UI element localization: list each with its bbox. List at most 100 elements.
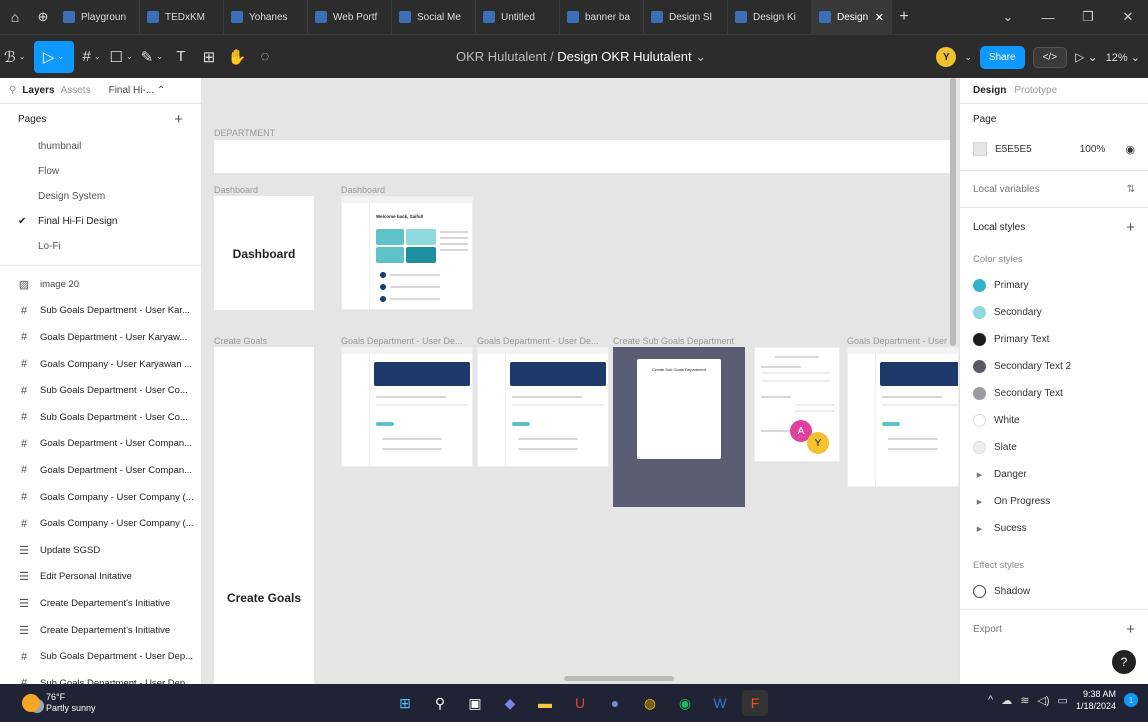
browser-tab[interactable]: Yohanes: [224, 0, 308, 34]
vertical-scrollbar[interactable]: [950, 78, 956, 346]
color-style-item[interactable]: Secondary: [973, 299, 1135, 326]
layer-item[interactable]: ☰ Update SGSD: [0, 537, 201, 564]
goals-department-frame[interactable]: [847, 347, 959, 487]
layer-item[interactable]: ▨ image 20: [0, 271, 201, 298]
color-style-item[interactable]: ▶ On Progress: [973, 488, 1135, 515]
chevron-down-icon[interactable]: ⌄: [695, 49, 706, 64]
add-style-button[interactable]: +: [1126, 219, 1135, 236]
layer-item[interactable]: # Sub Goals Department - User Co...: [0, 404, 201, 431]
user-avatar[interactable]: Y: [936, 47, 957, 67]
color-style-item[interactable]: Primary Text: [973, 326, 1135, 353]
dashboard-frame[interactable]: Welcome back, Saiful!: [341, 196, 473, 310]
layer-item[interactable]: ☰ Create Departement's Initiative: [0, 590, 201, 617]
page-item[interactable]: Design System: [0, 184, 201, 209]
tab-prototype[interactable]: Prototype: [1014, 85, 1057, 96]
dev-mode-toggle[interactable]: </>: [1032, 46, 1068, 68]
add-page-button[interactable]: +: [174, 111, 183, 128]
color-style-item[interactable]: Slate: [973, 434, 1135, 461]
browser-tab[interactable]: Design Ki: [728, 0, 812, 34]
hand-tool-button[interactable]: ✋: [223, 41, 251, 73]
battery-icon[interactable]: ▭: [1058, 694, 1068, 707]
text-tool-button[interactable]: T: [167, 41, 195, 73]
create-goals-title-frame[interactable]: Create Goals: [214, 347, 314, 684]
page-background-row[interactable]: E5E5E5 100% ◉: [973, 134, 1135, 164]
help-button[interactable]: ?: [1112, 650, 1136, 674]
chevron-right-icon[interactable]: ▶: [973, 498, 986, 506]
section-label-department[interactable]: DEPARTMENT: [214, 128, 275, 138]
frame-label[interactable]: Goals Department - User De...: [341, 336, 473, 346]
layer-item[interactable]: # Goals Department - User Karyaw...: [0, 324, 201, 351]
close-window-button[interactable]: ✕: [1108, 9, 1148, 25]
page-item[interactable]: thumbnail: [0, 134, 201, 159]
page-item[interactable]: ✔ Final Hi-Fi Design: [0, 209, 201, 234]
file-explorer-icon[interactable]: ▬: [532, 690, 558, 716]
share-button[interactable]: Share: [979, 45, 1025, 69]
page-color-value[interactable]: E5E5E5: [995, 144, 1032, 155]
local-variables-button[interactable]: Local variables: [973, 184, 1040, 195]
globe-icon[interactable]: ⊕: [30, 9, 56, 25]
layer-item[interactable]: # Goals Company - User Karyawan ...: [0, 351, 201, 378]
layer-item[interactable]: ☰ Edit Personal Initative: [0, 564, 201, 591]
horizontal-scrollbar[interactable]: [564, 676, 674, 681]
browser-tab[interactable]: TEDxKM: [140, 0, 224, 34]
layer-item[interactable]: # Sub Goals Department - User Dep...: [0, 670, 201, 684]
eye-icon[interactable]: ◉: [1125, 143, 1135, 156]
canvas[interactable]: DEPARTMENT Dashboard Dashboard Dashboard…: [202, 78, 959, 684]
chat-icon[interactable]: ◆: [497, 690, 523, 716]
comment-tool-button[interactable]: ◌: [251, 41, 279, 73]
color-style-item[interactable]: Secondary Text: [973, 380, 1135, 407]
layer-item[interactable]: ☰ Create Departement's Initiative: [0, 617, 201, 644]
create-sub-goals-frame[interactable]: Create Sub Goals Department: [613, 347, 745, 507]
close-tab-icon[interactable]: ✕: [875, 11, 884, 24]
task-view-icon[interactable]: ▣: [462, 690, 488, 716]
tab-design[interactable]: Design: [973, 85, 1006, 96]
home-icon[interactable]: ⌂: [0, 9, 30, 25]
browser-tab[interactable]: Playgroun: [56, 0, 140, 34]
breadcrumb[interactable]: OKR Hulutalent / Design OKR Hulutalent ⌄: [456, 49, 706, 65]
shape-tool-button[interactable]: ☐ ⌄: [106, 41, 137, 73]
layer-item[interactable]: # Sub Goals Department - User Dep...: [0, 643, 201, 670]
notification-badge[interactable]: 1: [1124, 693, 1138, 707]
layer-item[interactable]: # Sub Goals Department - User Co...: [0, 377, 201, 404]
restore-button[interactable]: ❐: [1068, 9, 1108, 25]
spotify-icon[interactable]: ◉: [672, 690, 698, 716]
volume-icon[interactable]: ◁): [1037, 694, 1049, 707]
page-switcher[interactable]: Final Hi-... ⌃: [109, 85, 166, 96]
tab-assets[interactable]: Assets: [61, 85, 91, 96]
chevron-down-icon[interactable]: ⌄: [988, 9, 1028, 25]
pen-tool-button[interactable]: ✎ ⌄: [137, 41, 167, 73]
goals-department-frame[interactable]: [477, 347, 609, 467]
chevron-up-icon[interactable]: ^: [988, 694, 993, 706]
tab-layers[interactable]: Layers: [22, 85, 54, 96]
color-style-item[interactable]: White: [973, 407, 1135, 434]
word-icon[interactable]: W: [707, 690, 733, 716]
layer-item[interactable]: # Goals Department - User Compan...: [0, 431, 201, 458]
add-export-button[interactable]: +: [1126, 621, 1135, 638]
minimize-button[interactable]: —: [1028, 10, 1068, 25]
clock[interactable]: 9:38 AM 1/18/2024: [1076, 688, 1116, 712]
page-color-swatch[interactable]: [973, 142, 987, 156]
frame-tool-button[interactable]: # ⌄: [78, 41, 106, 73]
wifi-icon[interactable]: ≋: [1020, 694, 1029, 707]
color-style-item[interactable]: Primary: [973, 272, 1135, 299]
goals-department-frame[interactable]: [341, 347, 473, 467]
section-label-create-goals[interactable]: Create Goals: [214, 336, 267, 346]
figma-icon[interactable]: F: [742, 690, 768, 716]
onedrive-icon[interactable]: ☁: [1001, 694, 1012, 707]
layer-item[interactable]: # Sub Goals Department - User Kar...: [0, 298, 201, 325]
chevron-right-icon[interactable]: ▶: [973, 525, 986, 533]
mcafee-icon[interactable]: U: [567, 690, 593, 716]
windows-start-icon[interactable]: ⊞: [392, 690, 418, 716]
present-button[interactable]: ▷ ⌄: [1075, 50, 1098, 64]
browser-tab[interactable]: Social Me: [392, 0, 476, 34]
project-name[interactable]: OKR Hulutalent: [456, 49, 546, 64]
search-icon[interactable]: ⚲: [9, 85, 16, 96]
weather-widget[interactable]: 76°F Partly sunny: [0, 692, 260, 714]
department-section[interactable]: [214, 140, 954, 173]
layer-item[interactable]: # Goals Company - User Company (...: [0, 484, 201, 511]
zoom-dropdown[interactable]: 12% ⌄: [1106, 51, 1140, 64]
color-style-item[interactable]: Secondary Text 2: [973, 353, 1135, 380]
page-item[interactable]: Lo-Fi: [0, 234, 201, 259]
page-opacity-value[interactable]: 100%: [1080, 144, 1106, 155]
variables-icon[interactable]: ⇅: [1127, 184, 1135, 195]
